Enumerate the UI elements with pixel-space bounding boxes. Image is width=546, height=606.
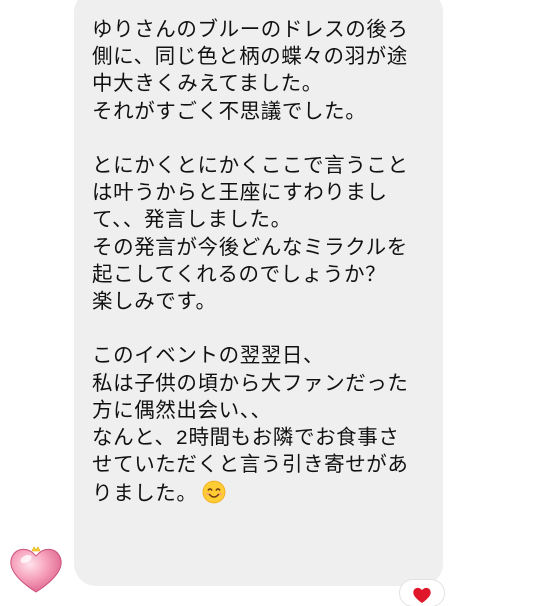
message-line: その発言が今後どんなミラクルを [92,237,408,261]
message-line: 楽しみです。 [92,292,217,316]
message-line: て、、発言しました。 [92,210,292,234]
message-line: とにかくとにかくここで言うこと [92,156,409,180]
message-line: 方に偶然出会い、、 [92,400,272,424]
message-line: 起こしてくれるのでしょうか？ [92,264,387,288]
message-line: このイベントの翌翌日、 [92,346,325,370]
message-line: なんと、2時間もお隣でお食事さ [92,428,400,452]
message-line: は叶うからと王座にすわりまし [92,183,388,207]
message-line: 中大きくみえてました。 [92,74,323,98]
red-heart-icon [413,587,431,603]
message-text: ゆりさんのブルーのドレスの後ろ 側に、同じ色と柄の蝶々の羽が途 中大きくみえてま… [92,18,433,510]
chat-view: ゆりさんのブルーのドレスの後ろ 側に、同じ色と柄の蝶々の羽が途 中大きくみえてま… [0,0,546,606]
pink-heart-sticker-icon[interactable] [6,542,66,596]
message-line: それがすごく不思議でした。 [92,101,367,125]
message-line: せていただくと言う引き寄せがあ [92,455,409,479]
message-line: 私は子供の頃から大ファンだった [92,373,409,397]
smiling-face-emoji-icon [202,481,225,504]
message-line: ゆりさんのブルーのドレスの後ろ [92,20,409,43]
message-line: 側に、同じ色と柄の蝶々の羽が途 [92,47,408,71]
message-line: りました。 [92,484,198,508]
message-bubble[interactable]: ゆりさんのブルーのドレスの後ろ 側に、同じ色と柄の蝶々の羽が途 中大きくみえてま… [74,0,443,586]
reaction-badge[interactable] [400,580,444,606]
